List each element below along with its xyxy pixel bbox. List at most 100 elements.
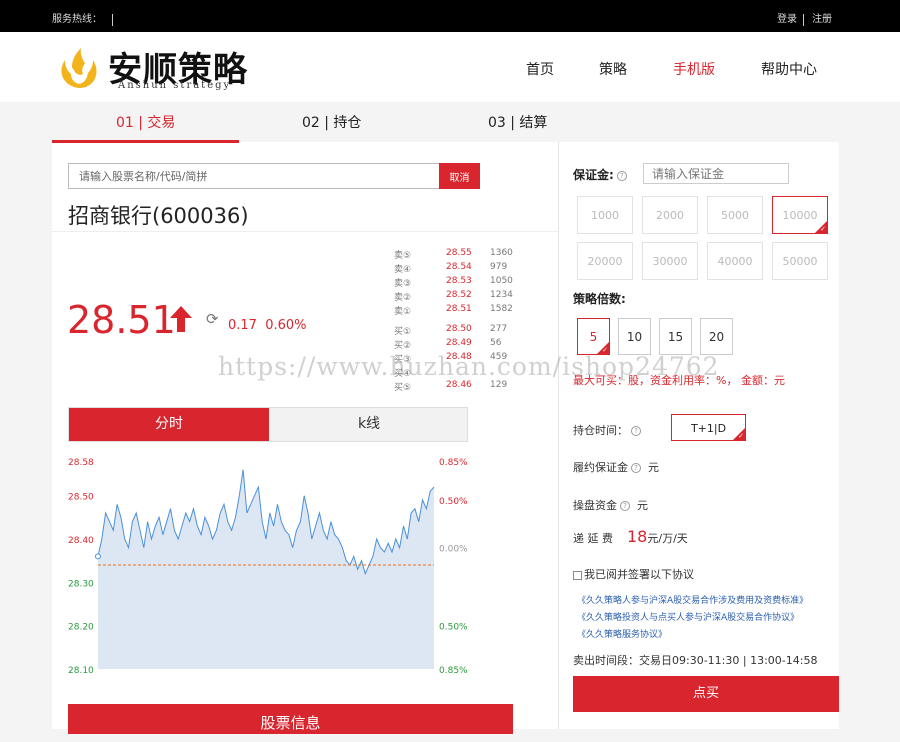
y-tick-label-left: 28.58 — [68, 458, 94, 468]
margin-label: 保证金:? — [573, 166, 627, 183]
amount-option[interactable]: 20000 — [577, 242, 633, 280]
y-tick-label-right: 0.85% — [439, 458, 468, 468]
fee-label: 递 延 费 18元/万/天 — [573, 527, 688, 546]
amount-option[interactable]: 50000 — [772, 242, 828, 280]
divider — [803, 14, 804, 26]
book-label: 买② — [394, 341, 412, 351]
refresh-icon[interactable]: ⟳ — [206, 310, 219, 328]
book-price: 28.53 — [446, 276, 472, 286]
agreement-link[interactable]: 《久久策略服务协议》 — [577, 627, 667, 640]
book-volume: 277 — [490, 324, 508, 334]
amount-option[interactable]: 30000 — [642, 242, 698, 280]
hold-label: 持仓时间：? — [573, 422, 641, 438]
book-volume: 129 — [490, 380, 508, 390]
hotline-label: 服务热线： — [52, 14, 102, 25]
y-tick-label-left: 28.40 — [68, 536, 94, 546]
help-icon[interactable]: ? — [616, 170, 627, 181]
cancel-button[interactable]: 取消 — [439, 163, 480, 189]
book-price: 28.51 — [446, 304, 472, 314]
stock-name: 招商银行(600036) — [68, 204, 249, 228]
book-label: 卖② — [394, 293, 412, 303]
stock-price: 28.51 — [67, 298, 176, 342]
divider — [112, 14, 113, 26]
multiple-option[interactable]: 15 — [659, 318, 692, 355]
price-area — [98, 469, 434, 669]
book-label: 卖③ — [394, 279, 412, 289]
tab-intraday[interactable]: 分时 — [69, 408, 269, 441]
nav-help[interactable]: 帮助中心 — [761, 59, 817, 79]
book-price: 28.46 — [446, 380, 472, 390]
book-price: 28.49 — [446, 338, 472, 348]
main-panel: 01 | 交易 02 | 持仓 03 | 结算 取消 招商银行(600036) … — [52, 102, 839, 734]
amount-option[interactable]: 10000 ✓ — [772, 196, 828, 234]
book-volume: 1234 — [490, 290, 513, 300]
y-tick-label-right: 0.50% — [439, 623, 468, 633]
multiple-option[interactable]: 5 ✓ — [577, 318, 610, 355]
help-icon[interactable]: ? — [631, 463, 641, 473]
multiple-option[interactable]: 10 — [618, 318, 651, 355]
nav-home[interactable]: 首页 — [526, 59, 554, 79]
intraday-chart: 28.58 28.50 28.40 28.30 28.20 28.10 0.85% 0.50%… — [68, 458, 468, 676]
book-volume: 1582 — [490, 304, 513, 314]
fee-value: 18 — [627, 527, 648, 546]
watermark: https://www.huzhan.com/ishop24762 — [218, 352, 720, 381]
flame-logo-icon — [61, 48, 97, 88]
stock-search — [68, 163, 440, 189]
y-tick-label-right: 0.00% — [439, 545, 468, 555]
book-label: 卖④ — [394, 265, 412, 275]
agreement-link[interactable]: 《久久策略投资人与点买人参与沪深A股交易合作协议》 — [577, 610, 799, 623]
book-label: 买① — [394, 327, 412, 337]
step-position[interactable]: 02 | 持仓 — [302, 112, 361, 132]
multiple-option[interactable]: 20 — [700, 318, 733, 355]
top-bar: 服务热线： 登录 注册 — [0, 0, 900, 32]
stock-info-button[interactable]: 股票信息 — [68, 704, 513, 734]
nav-strategy[interactable]: 策略 — [599, 59, 627, 79]
amount-option[interactable]: 2000 — [642, 196, 698, 234]
divider — [52, 231, 558, 232]
book-label: 卖⑤ — [394, 251, 412, 261]
book-volume: 1050 — [490, 276, 513, 286]
y-tick-label-right: 0.85% — [439, 666, 468, 676]
register-link[interactable]: 注册 — [812, 10, 832, 25]
step-tabs: 01 | 交易 02 | 持仓 03 | 结算 — [52, 102, 839, 143]
book-label: 卖① — [394, 307, 412, 317]
book-price: 28.54 — [446, 262, 472, 272]
book-volume: 1360 — [490, 248, 513, 258]
stock-search-input[interactable] — [69, 164, 439, 188]
tab-kline[interactable]: k线 — [269, 408, 469, 441]
help-icon[interactable]: ? — [620, 501, 630, 511]
y-tick-label-left: 28.20 — [68, 623, 94, 633]
sell-time: 卖出时间段：交易日09:30-11:30 | 13:00-14:58 — [573, 654, 818, 667]
logo-subtitle: Anshun strategy — [118, 80, 232, 91]
y-tick-label-left: 28.10 — [68, 666, 94, 676]
up-arrow-icon — [170, 306, 192, 332]
y-tick-label-left: 28.50 — [68, 493, 94, 503]
book-price: 28.55 — [446, 248, 472, 258]
amount-option[interactable]: 40000 — [707, 242, 763, 280]
deposit-label: 履约保证金? 元 — [573, 461, 659, 474]
start-point — [95, 553, 101, 560]
nav-mobile[interactable]: 手机版 — [673, 59, 715, 79]
order-panel: 保证金:? 10002000500010000✓2000030000400005… — [558, 142, 839, 729]
agreement-link[interactable]: 《久久策略人参与沪深A股交易合作涉及费用及资费标准》 — [577, 593, 808, 606]
agree-checkbox[interactable]: 我已阅并签署以下协议 — [573, 566, 694, 582]
buy-button[interactable]: 点买 — [573, 676, 839, 712]
multiple-label: 策略倍数: — [573, 292, 626, 306]
help-icon[interactable]: ? — [631, 426, 641, 436]
book-volume: 56 — [490, 338, 502, 348]
book-price: 28.52 — [446, 290, 472, 300]
login-link[interactable]: 登录 — [777, 10, 797, 25]
hold-option[interactable]: T+1|D ✓ — [671, 414, 746, 441]
step-indicator — [52, 140, 239, 143]
margin-input[interactable] — [643, 163, 789, 184]
y-tick-label-right: 0.50% — [439, 497, 468, 507]
book-volume: 979 — [490, 262, 508, 272]
book-label: 买⑤ — [394, 383, 412, 393]
amount-option[interactable]: 5000 — [707, 196, 763, 234]
price-change: 0.17 0.60% — [228, 318, 307, 333]
header: 安顺策略 Anshun strategy 首页 策略 手机版 帮助中心 — [0, 32, 900, 102]
amount-option[interactable]: 1000 — [577, 196, 633, 234]
step-trade[interactable]: 01 | 交易 — [116, 112, 175, 132]
step-settle[interactable]: 03 | 结算 — [488, 112, 547, 132]
y-tick-label-left: 28.30 — [68, 579, 94, 589]
